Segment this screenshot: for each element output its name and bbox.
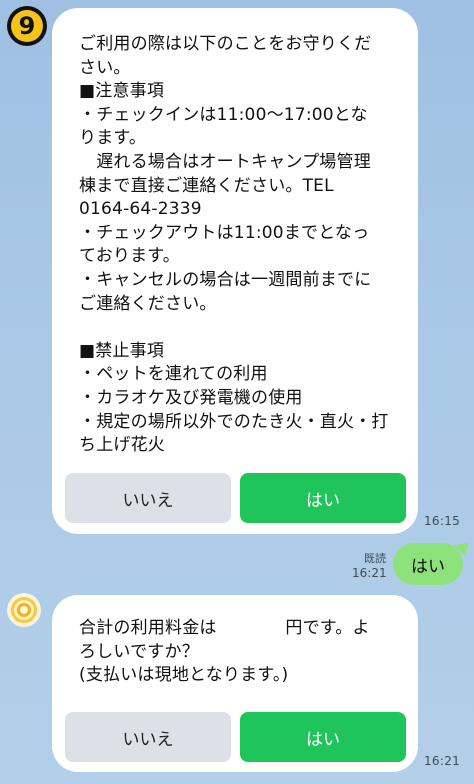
step-number-badge: 9 [7, 6, 47, 46]
yes-button[interactable]: はい [240, 712, 406, 762]
bot-message-text: 合計の利用料金は 円です。よ ろしいですか？ (支払いは現地となります。) [79, 618, 370, 686]
yes-button[interactable]: はい [240, 473, 406, 523]
sun-logo-icon [11, 597, 37, 623]
bot-message-bubble: 合計の利用料金は 円です。よ ろしいですか？ (支払いは現地となります。) いい… [52, 595, 418, 772]
badge-number: 9 [11, 10, 43, 42]
message-timestamp: 16:21 [352, 566, 387, 580]
bot-message-bubble: ご利用の際は以下のことをお守りくだ さい。 ■注意事項 ・チェックインは11:0… [52, 8, 418, 534]
no-button[interactable]: いいえ [65, 473, 231, 523]
user-message-bubble: はい [393, 543, 463, 585]
read-status: 既読 [364, 552, 386, 565]
message-timestamp: 16:21 [424, 754, 461, 768]
camp-logo-avatar-icon[interactable] [7, 593, 41, 627]
message-timestamp: 16:15 [424, 514, 461, 528]
no-button[interactable]: いいえ [65, 712, 231, 762]
bot-message-text: ご利用の際は以下のことをお守りくだ さい。 ■注意事項 ・チェックインは11:0… [79, 34, 389, 456]
